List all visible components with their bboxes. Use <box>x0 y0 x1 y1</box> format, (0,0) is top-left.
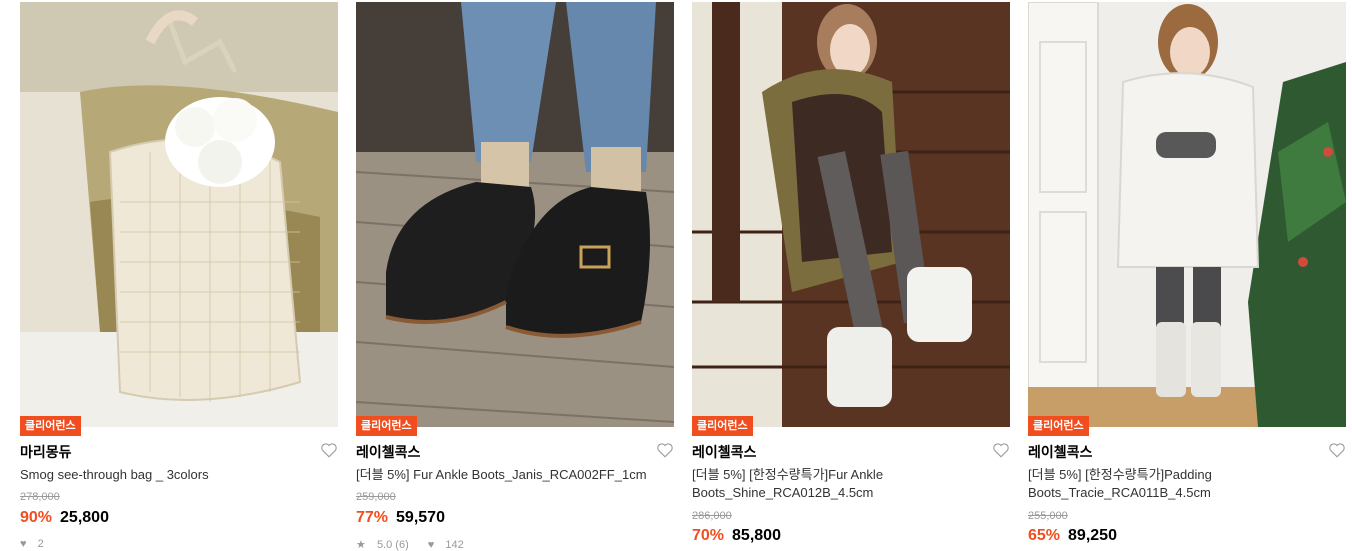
like-count: 142 <box>445 539 464 551</box>
like-count: 2 <box>37 538 44 550</box>
rating-row: ★ 5.0 (6) <box>356 539 417 551</box>
product-card[interactable]: 클리어런스 마리몽듀 Smog see-through bag _ 3color… <box>20 0 338 550</box>
heart-small-icon: ♥ <box>427 539 435 551</box>
brand-name[interactable]: 마리몽듀 <box>20 442 72 462</box>
product-title[interactable]: Smog see-through bag _ 3colors <box>20 466 320 484</box>
sale-price: 85,800 <box>732 527 781 544</box>
original-price: 286,000 <box>692 510 732 522</box>
product-image[interactable] <box>20 2 338 427</box>
product-title[interactable]: [더블 5%] Fur Ankle Boots_Janis_RCA002FF_1… <box>356 466 656 484</box>
brand-name[interactable]: 레이첼콕스 <box>1028 442 1092 462</box>
original-price: 259,000 <box>356 491 396 503</box>
product-image[interactable] <box>356 2 674 427</box>
product-image[interactable] <box>692 2 1010 427</box>
clearance-badge: 클리어런스 <box>20 416 81 436</box>
price-row: 65% 89,250 <box>1028 527 1117 545</box>
price-row: 77% 59,570 <box>356 509 445 527</box>
like-count-row: ♥ 2 <box>20 538 52 550</box>
product-card[interactable]: 클리어런스 레이첼콕스 [더블 5%] [한정수량특가]Padding Boot… <box>1028 0 1346 548</box>
heart-small-icon: ♥ <box>20 538 27 550</box>
rating-value: 5.0 (6) <box>376 539 409 551</box>
product-card[interactable]: 클리어런스 레이첼콕스 [더블 5%] Fur Ankle Boots_Jani… <box>356 0 674 551</box>
heart-icon[interactable] <box>656 441 674 459</box>
product-title[interactable]: [더블 5%] [한정수량특가]Padding Boots_Tracie_RCA… <box>1028 466 1328 502</box>
heart-icon[interactable] <box>1328 441 1346 459</box>
product-image[interactable] <box>1028 2 1346 427</box>
product-card[interactable]: 클리어런스 레이첼콕스 [더블 5%] [한정수량특가]Fur Ankle Bo… <box>692 0 1010 548</box>
original-price: 278,000 <box>20 491 60 503</box>
discount-rate: 70% <box>692 527 725 544</box>
sale-price: 25,800 <box>60 509 109 526</box>
discount-rate: 90% <box>20 509 53 526</box>
product-meta: ★ 5.0 (6) ♥ 142 <box>356 538 480 551</box>
clearance-badge: 클리어런스 <box>692 416 753 436</box>
discount-rate: 77% <box>356 509 389 526</box>
like-count-row: ♥ 142 <box>428 539 472 551</box>
brand-name[interactable]: 레이첼콕스 <box>692 442 756 462</box>
product-title[interactable]: [더블 5%] [한정수량특가]Fur Ankle Boots_Shine_RC… <box>692 466 992 502</box>
price-row: 90% 25,800 <box>20 509 109 527</box>
heart-icon[interactable] <box>320 441 338 459</box>
clearance-badge: 클리어런스 <box>356 416 417 436</box>
brand-name[interactable]: 레이첼콕스 <box>356 442 420 462</box>
sale-price: 59,570 <box>396 509 445 526</box>
sale-price: 89,250 <box>1068 527 1117 544</box>
star-icon: ★ <box>356 539 366 551</box>
heart-icon[interactable] <box>992 441 1010 459</box>
clearance-badge: 클리어런스 <box>1028 416 1089 436</box>
original-price: 255,000 <box>1028 510 1068 522</box>
price-row: 70% 85,800 <box>692 527 781 545</box>
product-meta: ♥ 2 <box>20 538 60 550</box>
product-grid: 클리어런스 마리몽듀 Smog see-through bag _ 3color… <box>0 0 1352 551</box>
discount-rate: 65% <box>1028 527 1061 544</box>
